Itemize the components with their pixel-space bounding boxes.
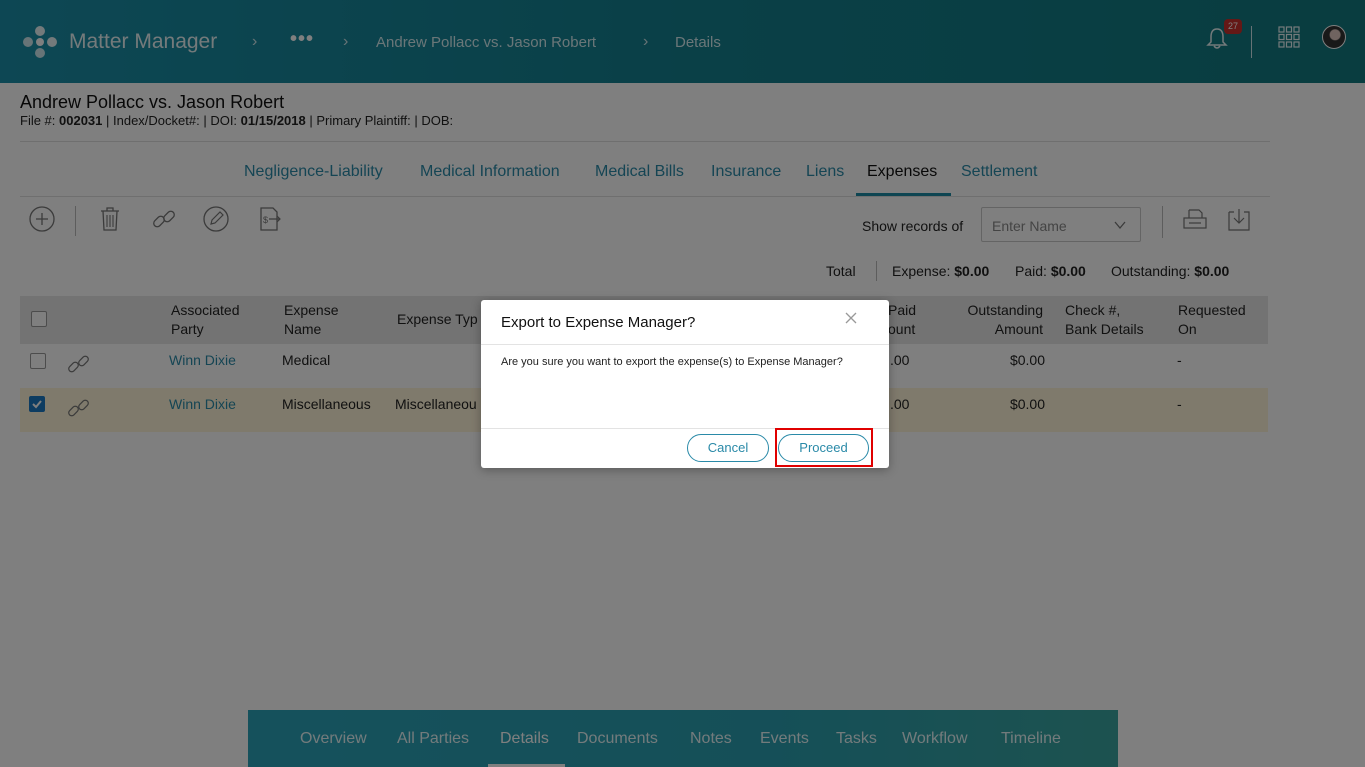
proceed-highlight-box [775, 428, 873, 467]
cancel-button[interactable]: Cancel [687, 434, 769, 462]
dialog-divider [481, 344, 889, 345]
dialog-title: Export to Expense Manager? [501, 314, 696, 331]
dialog-message: Are you sure you want to export the expe… [501, 356, 843, 368]
close-icon[interactable] [845, 312, 857, 324]
